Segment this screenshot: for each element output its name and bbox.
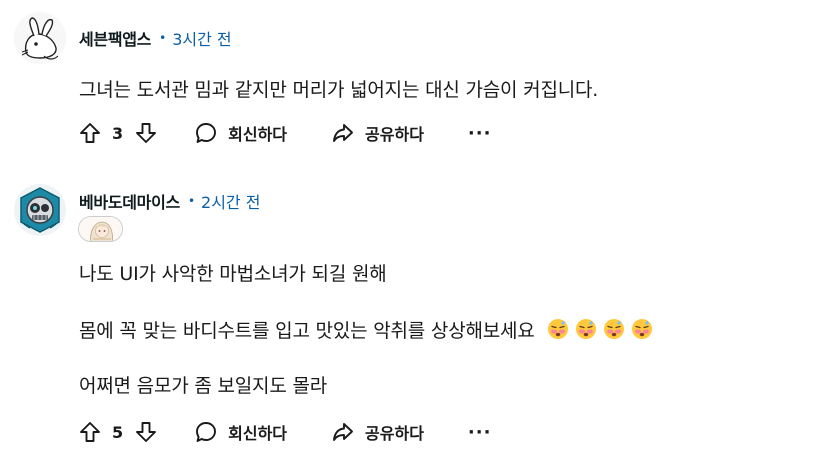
comment-actions: 3 회신하다 공유하다 ··· — [78, 118, 491, 148]
flushed-face-emoji — [603, 318, 625, 340]
upvote-arrow-icon[interactable] — [78, 420, 102, 444]
avatar[interactable] — [14, 12, 66, 64]
comment-meta: 베바도데마이스 • 2시간 전 — [79, 189, 260, 213]
comment-actions: 5 회신하다 공유하다 ··· — [78, 417, 491, 447]
flushed-face-emoji — [575, 318, 597, 340]
comment-body-line-3: 어쩌면 음모가 좀 보일지도 몰라 — [79, 370, 327, 398]
share-button[interactable]: 공유하다 — [331, 420, 424, 444]
comment-1: 세븐팩앱스 • 3시간 전 그녀는 도서관 밈과 같지만 머리가 넓어지는 대신… — [0, 0, 827, 160]
flushed-face-emoji — [631, 318, 653, 340]
rabbit-sketch-avatar — [14, 12, 66, 64]
upvote-arrow-icon[interactable] — [78, 121, 102, 145]
comment-meta: 세븐팩앱스 • 3시간 전 — [79, 26, 232, 50]
author-name[interactable]: 베바도데마이스 — [79, 189, 180, 213]
comment-body: 그녀는 도서관 밈과 같지만 머리가 넓어지는 대신 가슴이 커집니다. — [79, 74, 598, 102]
comment-text-line: 몸에 꼭 맞는 바디수트를 입고 맛있는 악취를 상상해보세요 — [79, 319, 535, 342]
comment-body-line-1: 나도 UI가 사악한 마법소녀가 되길 원해 — [79, 258, 387, 286]
reply-label: 회신하다 — [228, 125, 288, 144]
comment-text-line: 그녀는 도서관 밈과 같지만 머리가 넓어지는 대신 가슴이 커집니다. — [79, 78, 599, 101]
avatar[interactable] — [14, 184, 66, 236]
comment-text-line: 나도 UI가 사악한 마법소녀가 되길 원해 — [79, 262, 387, 285]
more-options-button[interactable]: ··· — [468, 422, 492, 443]
reply-button[interactable]: 회신하다 — [194, 420, 287, 444]
comment-body-line-2: 몸에 꼭 맞는 바디수트를 입고 맛있는 악취를 상상해보세요 — [79, 315, 653, 343]
separator-dot: • — [159, 31, 167, 45]
downvote-arrow-icon[interactable] — [134, 420, 158, 444]
timestamp[interactable]: 3시간 전 — [172, 26, 231, 50]
flushed-face-emoji — [547, 318, 569, 340]
anime-character-flair — [78, 216, 123, 242]
author-name[interactable]: 세븐팩앱스 — [79, 26, 151, 50]
reply-button[interactable]: 회신하다 — [194, 121, 287, 145]
comment-text-line: 어쩌면 음모가 좀 보일지도 몰라 — [79, 374, 327, 397]
speech-bubble-icon — [194, 121, 218, 145]
separator-dot: • — [187, 194, 196, 208]
share-label: 공유하다 — [365, 424, 424, 443]
vote-score: 5 — [112, 422, 124, 442]
more-options-button[interactable]: ··· — [468, 123, 492, 144]
downvote-arrow-icon[interactable] — [134, 121, 158, 145]
speech-bubble-icon — [194, 420, 218, 444]
share-label: 공유하다 — [365, 125, 424, 144]
timestamp[interactable]: 2시간 전 — [201, 189, 260, 213]
reply-label: 회신하다 — [228, 424, 288, 443]
share-button[interactable]: 공유하다 — [331, 121, 424, 145]
vote-score: 3 — [112, 123, 124, 143]
comment-2: 베바도데마이스 • 2시간 전 나도 UI가 사악한 마법소녀가 되길 원해 몸… — [0, 160, 827, 468]
share-arrow-icon — [331, 121, 355, 145]
robot-skull-avatar — [14, 184, 66, 236]
share-arrow-icon — [331, 420, 355, 444]
